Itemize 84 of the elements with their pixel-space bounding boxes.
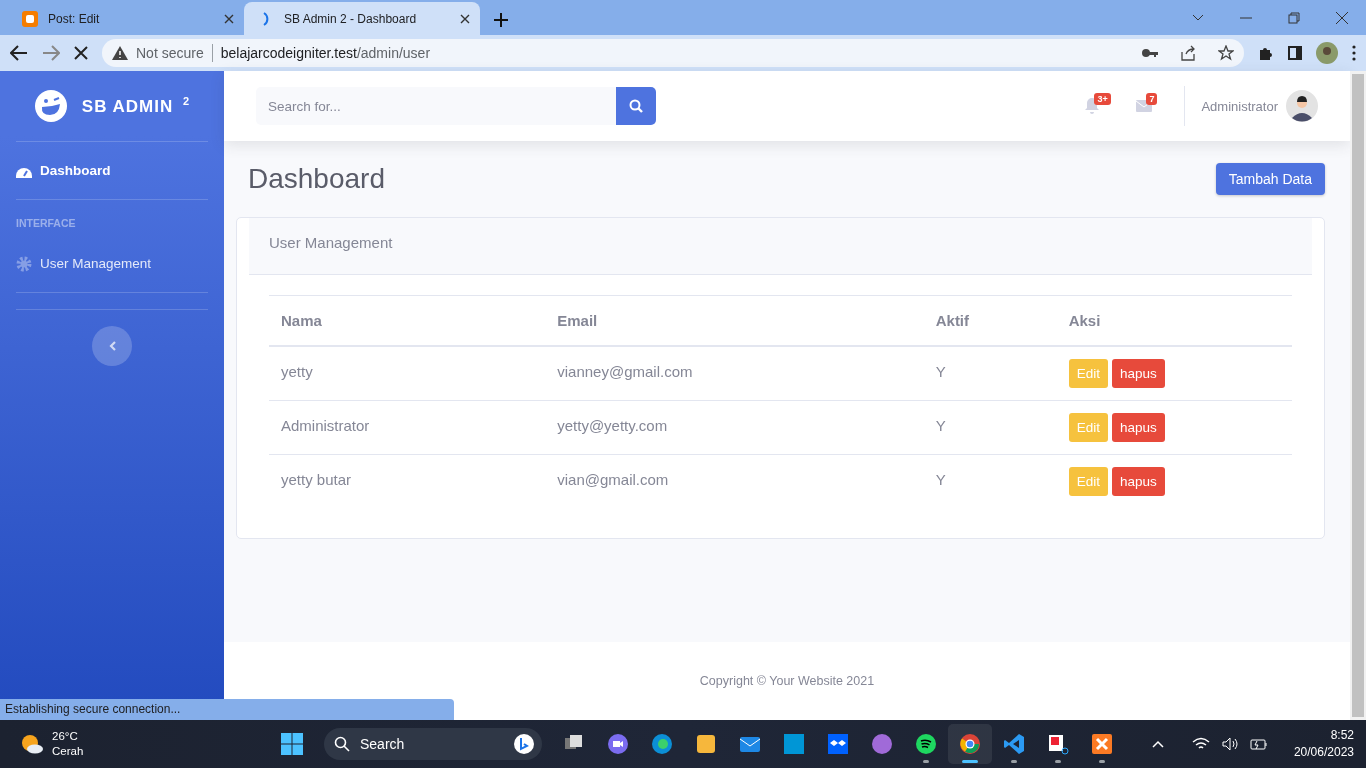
chevron-up-icon xyxy=(1151,740,1164,748)
chat-icon xyxy=(606,732,630,756)
profile-avatar-icon xyxy=(1316,42,1338,64)
wifi-icon xyxy=(1191,737,1210,751)
star-icon xyxy=(1218,45,1234,61)
side-panel-icon xyxy=(1288,46,1302,60)
snipping-tool-icon xyxy=(1046,732,1070,756)
restore-icon xyxy=(1288,11,1300,24)
close-icon xyxy=(1336,11,1348,24)
chevron-down-icon xyxy=(1192,13,1204,22)
clock-time: 8:52 xyxy=(1330,727,1354,744)
speaker-icon xyxy=(1221,737,1238,751)
back-arrow-icon xyxy=(10,45,28,61)
table-cell: vian@gmail.com xyxy=(545,454,924,508)
taskbar-search[interactable]: Search xyxy=(324,728,542,760)
warning-icon xyxy=(112,46,128,60)
copyright-text: Copyright © Your Website 2021 xyxy=(699,674,875,688)
address-bar[interactable]: Not secure belajarcodeigniter.test/admin/user xyxy=(102,39,1244,67)
dropbox-icon xyxy=(826,732,850,756)
user-name: Administrator xyxy=(1201,98,1278,114)
laughing-face-icon xyxy=(33,89,68,123)
brand-name: SB ADMIN $^{2}$ xyxy=(81,95,191,117)
sidebar-link[interactable]: User Management xyxy=(16,235,208,292)
close-icon xyxy=(460,13,470,24)
table-cell: yetty butar xyxy=(269,454,546,508)
windows-icon xyxy=(280,732,304,756)
gear-icon xyxy=(16,255,32,272)
xampp-icon xyxy=(1090,732,1114,756)
search-icon xyxy=(334,736,350,752)
table-cell: Y xyxy=(923,454,1057,508)
page-title: Dashboard xyxy=(248,163,385,195)
spotify-icon xyxy=(914,732,938,756)
chrome-icon xyxy=(958,732,982,756)
browser-tab[interactable]: Post: Edit xyxy=(8,3,244,35)
close-icon xyxy=(224,14,234,24)
delete-button[interactable]: hapus xyxy=(1111,467,1165,496)
sidebar-toggle-button[interactable] xyxy=(92,326,132,366)
delete-button[interactable]: hapus xyxy=(1111,413,1165,442)
table-cell: Y xyxy=(923,346,1057,401)
taskbar-app[interactable] xyxy=(948,724,992,764)
alert-count-badge: 3+ xyxy=(1094,93,1111,105)
table-cell: yetty@yetty.com xyxy=(545,400,924,455)
puzzle-icon xyxy=(1258,45,1274,61)
forward-arrow-icon xyxy=(42,45,60,61)
table-cell: yetty xyxy=(269,346,546,401)
weather-condition: Cerah xyxy=(52,744,84,759)
search-icon xyxy=(629,99,643,113)
search-button[interactable] xyxy=(616,87,656,125)
temperature: 26°C xyxy=(52,729,79,744)
new-tab-icon xyxy=(494,13,508,27)
sun-cloud-icon xyxy=(20,733,44,755)
column-header: Aksi xyxy=(1056,295,1292,346)
table-cell: Y xyxy=(923,400,1057,455)
table-cell: Administrator xyxy=(269,400,546,455)
security-label: Not secure xyxy=(136,45,204,61)
messages-button[interactable]: 7 xyxy=(1118,89,1171,123)
column-header: Aktif xyxy=(923,295,1057,346)
tab-title: SB Admin 2 - Dashboard xyxy=(284,11,418,26)
tab-title: Post: Edit xyxy=(48,12,101,26)
battery-charging-icon xyxy=(1249,737,1268,751)
message-count-badge: 7 xyxy=(1146,93,1158,105)
add-data-button[interactable]: Tambah Data xyxy=(1215,163,1325,195)
scrollbar[interactable] xyxy=(1350,71,1366,720)
more-menu-icon xyxy=(1352,45,1356,61)
key-icon xyxy=(1142,48,1158,58)
envelope-icon xyxy=(1136,100,1153,112)
minimize-icon xyxy=(1240,16,1252,19)
delete-button[interactable]: hapus xyxy=(1111,359,1165,388)
browser-tab[interactable]: SB Admin 2 - Dashboard xyxy=(244,2,480,35)
column-header: Nama xyxy=(269,295,546,346)
user-avatar-icon xyxy=(1286,90,1318,122)
status-bubble: Establishing secure connection... xyxy=(0,699,454,720)
card-header: User Management xyxy=(249,218,1312,275)
table-cell: vianney@gmail.com xyxy=(545,346,924,401)
column-header: Email xyxy=(545,295,924,346)
alerts-button[interactable]: 3+ xyxy=(1066,89,1119,123)
sidebar-heading: INTERFACE xyxy=(16,216,77,231)
vscode-icon xyxy=(1002,732,1026,756)
clock-date: 20/06/2023 xyxy=(1293,744,1354,761)
url-text: belajarcodeigniter.test/admin/user xyxy=(220,45,431,61)
sidebar-link[interactable]: Dashboard xyxy=(16,142,208,199)
bing-icon xyxy=(514,734,534,754)
chevron-left-icon xyxy=(108,341,116,351)
share-icon xyxy=(1180,45,1196,61)
